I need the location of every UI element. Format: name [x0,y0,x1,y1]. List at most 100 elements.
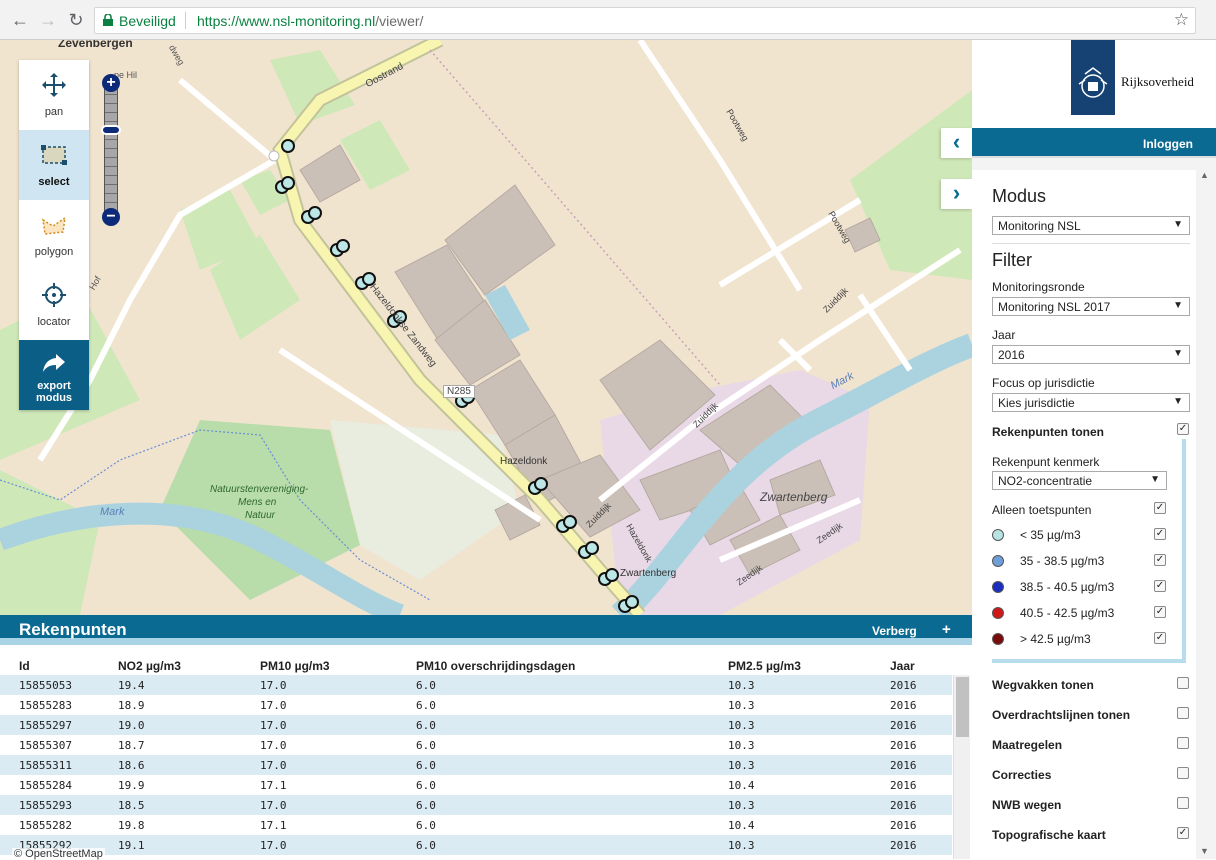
table-cell: 2016 [871,795,952,815]
table-cell: 15855282 [19,818,72,832]
forward-arrow-icon[interactable]: → [36,8,60,32]
table-cell: 19.8 [118,818,145,832]
layer-checkbox[interactable] [1177,707,1189,719]
table-cell: 19.1 [99,835,241,855]
table-cell: 2016 [871,755,952,775]
table-cell: 18.7 [118,738,145,752]
table-row[interactable]: 15855307 18.7 17.0 6.0 10.3 2016 [0,735,952,755]
login-bar: Inloggen [972,128,1216,158]
legend-checkbox[interactable]: ✓ [1154,528,1166,540]
layer-checkbox[interactable] [1177,767,1189,779]
panel-scrollbar[interactable]: ▲ ▼ [1196,170,1216,859]
map-canvas[interactable]: Zevenbergen pe Hil dweg Oostrand Pootweg… [0,40,972,615]
table-row[interactable]: 15855292 19.1 17.0 6.0 10.3 2016 [0,835,952,855]
col-id[interactable]: Id [0,656,99,675]
kenmerk-select[interactable]: NO2-concentratie ▼ [992,471,1167,490]
hide-panel-button[interactable]: Verberg [872,624,917,638]
table-cell: 2016 [890,818,917,832]
alleen-toets-checkbox[interactable]: ✓ [1154,502,1166,514]
layer-checkbox[interactable]: ✓ [1177,827,1189,839]
polygon-tool-button[interactable]: polygon [19,200,89,270]
rekenpunten-header: Rekenpunten Verberg + [0,615,972,645]
expand-panel-tab[interactable]: › [941,179,972,209]
reload-icon[interactable]: ↻ [64,8,88,32]
layer-checkbox[interactable] [1177,737,1189,749]
table-cell: 17.0 [260,698,287,712]
bookmark-star-icon[interactable]: ☆ [1174,10,1189,30]
modus-select[interactable]: Monitoring NSL ▼ [992,216,1190,235]
select-tool-button[interactable]: select [19,130,89,200]
scroll-up-icon[interactable]: ▲ [1200,170,1209,180]
table-cell: 10.3 [709,795,871,815]
expand-panel-button[interactable]: + [942,621,951,638]
locator-tool-button[interactable]: locator [19,270,89,340]
table-cell: 10.3 [709,675,871,695]
login-button[interactable]: Inloggen [1143,137,1193,151]
back-arrow-icon[interactable]: ← [8,8,32,32]
ronde-select[interactable]: Monitoring NSL 2017 ▼ [992,297,1190,316]
jaar-label: Jaar [992,328,1016,342]
brand-header: Rijksoverheid [972,40,1216,128]
legend-checkbox[interactable]: ✓ [1154,606,1166,618]
map-label-zwartenberg-1: Zwartenberg [760,490,828,504]
table-row[interactable]: 15855283 18.9 17.0 6.0 10.3 2016 [0,695,952,715]
rekenpunten-tonen-label: Rekenpunten tonen [992,425,1105,439]
table-row[interactable]: 15855293 18.5 17.0 6.0 10.3 2016 [0,795,952,815]
rekenpunten-tonen-checkbox[interactable]: ✓ [1177,423,1189,435]
zoom-track[interactable] [104,84,118,218]
scrollbar-thumb[interactable] [956,677,969,737]
table-row[interactable]: 15855053 19.4 17.0 6.0 10.3 2016 [0,675,952,695]
table-cell: 10.3 [709,755,871,775]
layer-checkbox[interactable] [1177,797,1189,809]
scroll-down-icon[interactable]: ▼ [1200,846,1209,856]
legend-checkbox[interactable]: ✓ [1154,554,1166,566]
zoom-slider[interactable]: + − [101,74,121,228]
layer-checkbox[interactable] [1177,677,1189,689]
table-row[interactable]: 15855311 18.6 17.0 6.0 10.3 2016 [0,755,952,775]
url-text[interactable]: https://www.nsl-monitoring.nl/viewer/ [197,13,423,29]
table-scrollbar[interactable] [953,675,970,859]
zoom-handle[interactable] [101,125,121,135]
table-row[interactable]: 15855282 19.8 17.1 6.0 10.4 2016 [0,815,952,835]
url-origin: https://www.nsl-monitoring.nl [197,13,376,29]
map-label-natuur-1: Natuurstenvereniging- [210,484,309,495]
pan-tool-button[interactable]: pan [19,60,89,130]
table-row[interactable]: 15855284 19.9 17.1 6.0 10.4 2016 [0,775,952,795]
crest-icon [1078,67,1108,98]
table-cell: 15855297 [0,715,99,735]
table-cell: 10.4 [728,778,755,792]
legend-checkbox[interactable]: ✓ [1154,580,1166,592]
col-pm10[interactable]: PM10 µg/m3 [241,656,397,675]
legend-checkbox[interactable]: ✓ [1154,632,1166,644]
table-cell: 15855053 [0,675,99,695]
col-pm10-days[interactable]: PM10 overschrijdingsdagen [397,656,709,675]
col-pm25[interactable]: PM2.5 µg/m3 [709,656,871,675]
zoom-out-button[interactable]: − [102,208,120,226]
map-label-n285: N285 [443,385,475,398]
polygon-label: polygon [34,246,74,258]
focus-value: Kies jurisdictie [998,396,1075,410]
collapse-panel-button[interactable]: ‹ [941,128,972,158]
table-row[interactable]: 15855297 19.0 17.0 6.0 10.3 2016 [0,715,952,735]
legend-label: < 35 µg/m3 [1020,528,1081,542]
zoom-in-button[interactable]: + [102,74,120,92]
address-bar[interactable]: Beveiligd https://www.nsl-monitoring.nl/… [94,7,1196,34]
col-no2[interactable]: NO2 µg/m3 [99,656,241,675]
map-label-zevenbergen: Zevenbergen [58,40,133,50]
jaar-select[interactable]: 2016 ▼ [992,345,1190,364]
table-cell: 18.9 [118,698,145,712]
layer-label: Topografische kaart [992,828,1106,842]
kenmerk-value: NO2-concentratie [998,474,1093,488]
locator-label: locator [37,316,71,328]
legend-label: 38.5 - 40.5 µg/m3 [1020,580,1115,594]
alleen-toets-label: Alleen toetspunten [992,503,1092,517]
legend-label: 40.5 - 42.5 µg/m3 [1020,606,1115,620]
col-jaar[interactable]: Jaar [871,656,952,675]
focus-select[interactable]: Kies jurisdictie ▼ [992,393,1190,412]
table-cell: 6.0 [416,778,436,792]
table-cell: 15855283 [19,698,72,712]
osm-credit[interactable]: © OpenStreetMap [12,848,105,860]
divider [992,243,1190,244]
export-mode-button[interactable]: export modus [19,340,89,410]
browser-toolbar: ← → ↻ Beveiligd https://www.nsl-monitori… [0,0,1216,40]
